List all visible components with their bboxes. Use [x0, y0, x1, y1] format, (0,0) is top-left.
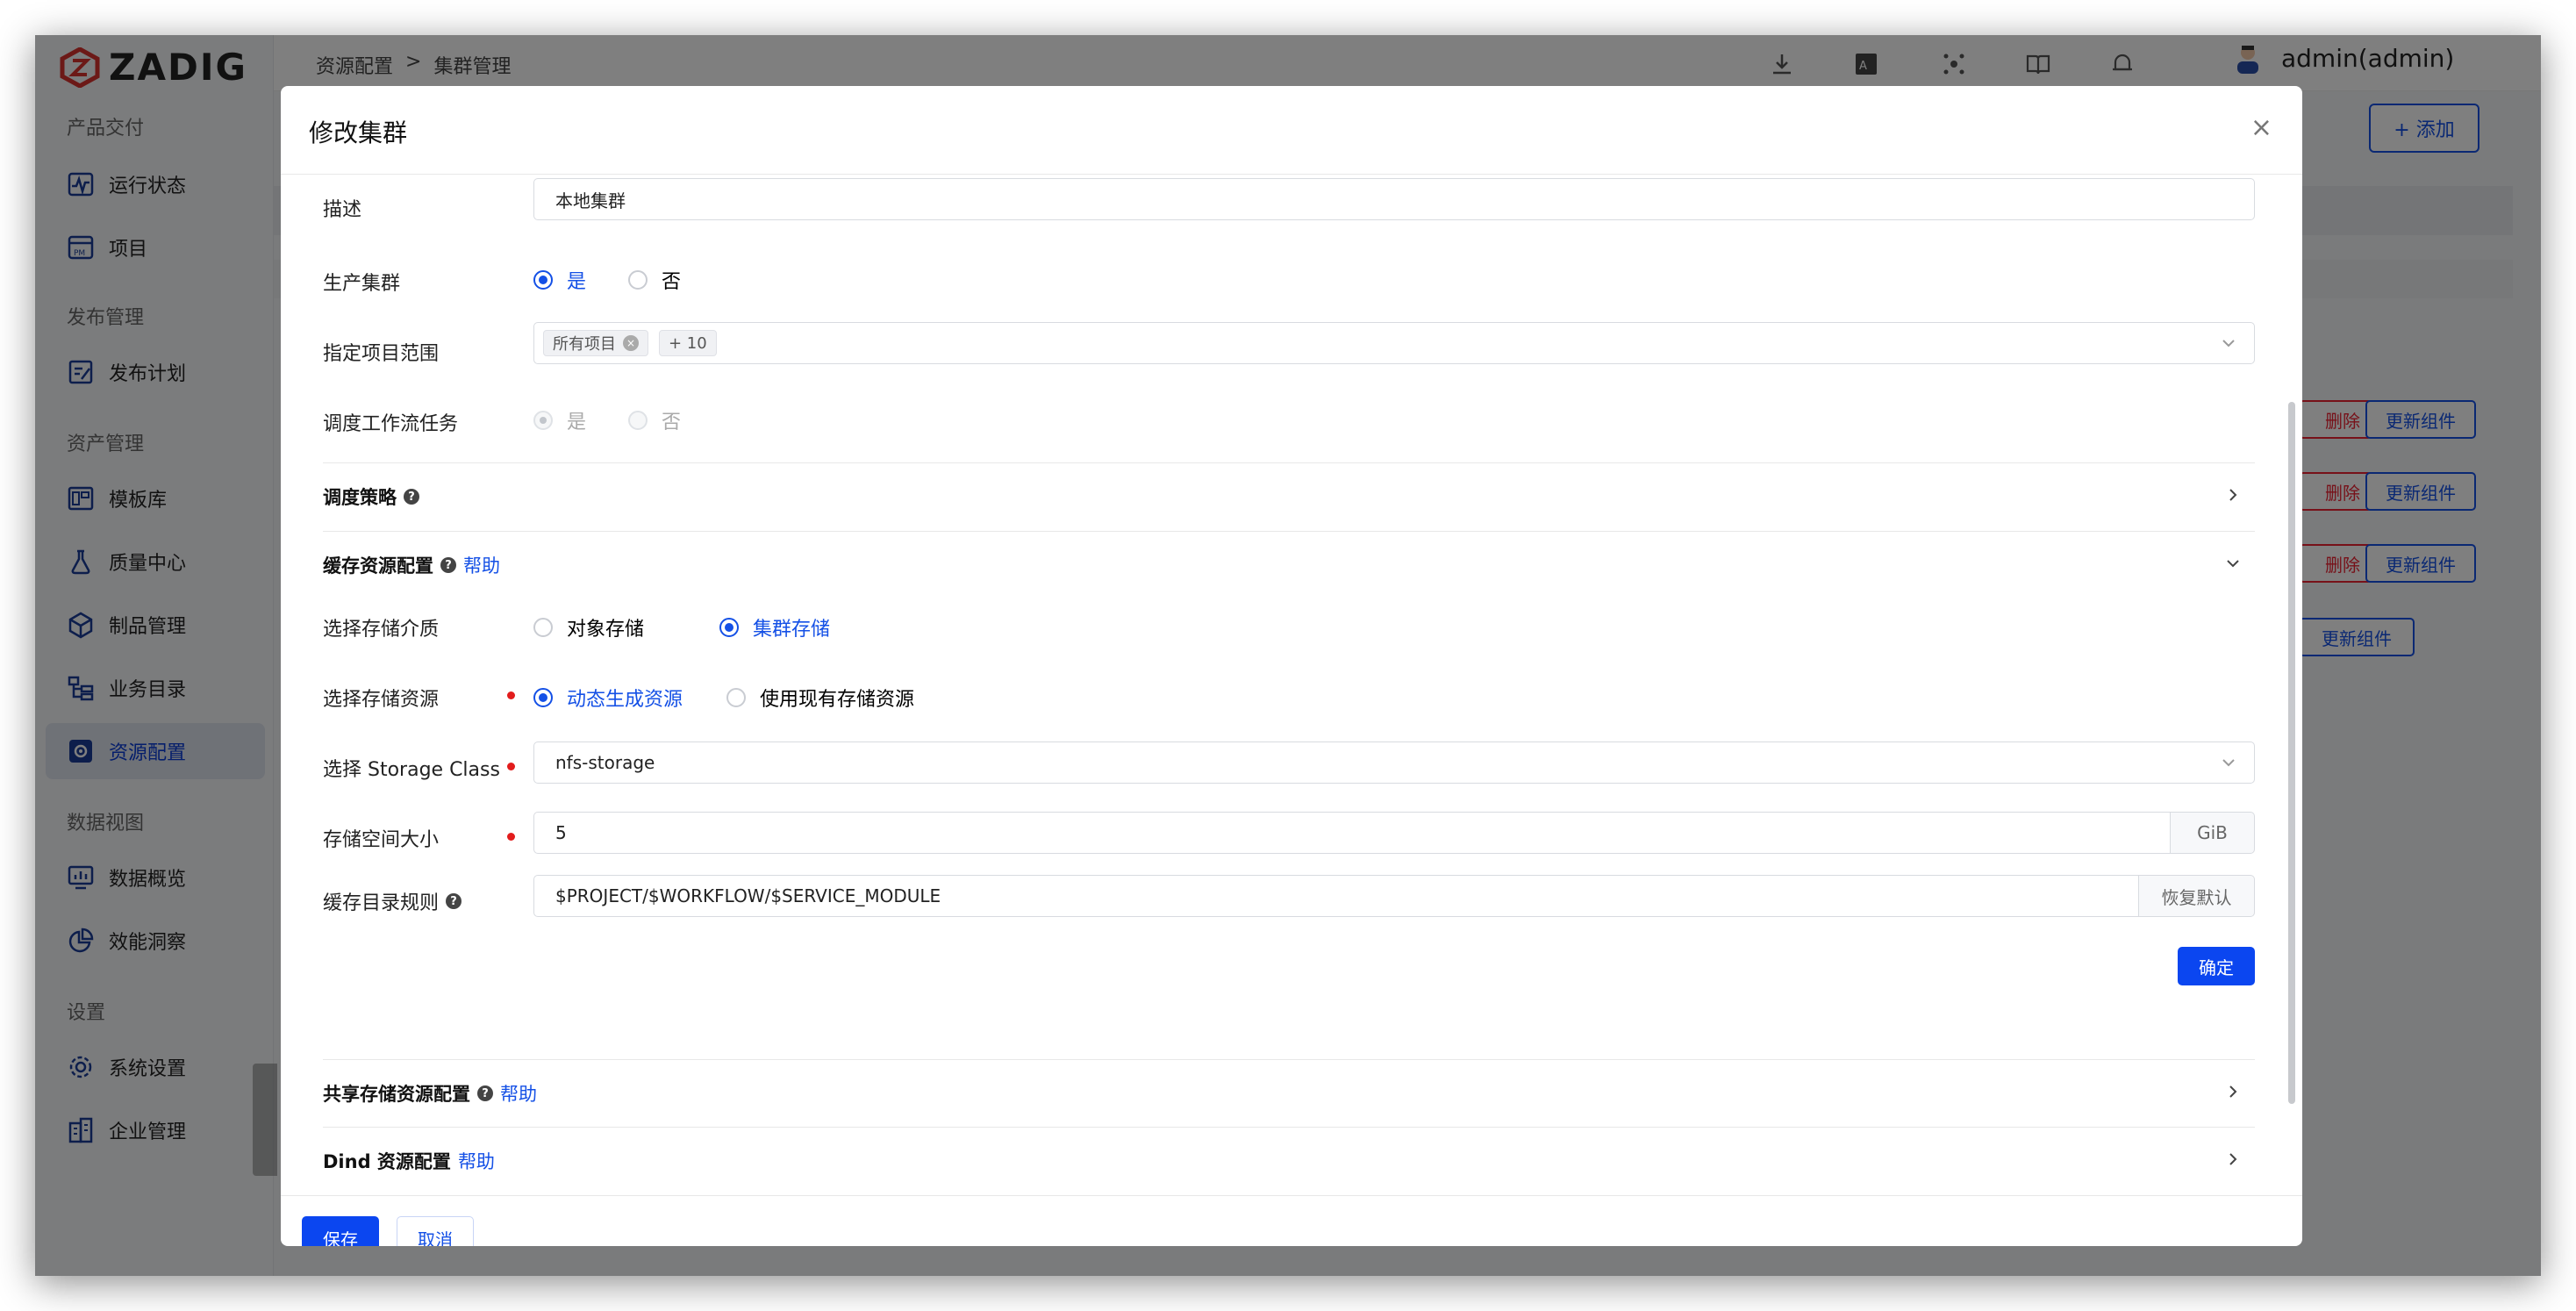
scope-more-tag: + 10	[659, 330, 717, 356]
radio-checked-icon	[533, 688, 553, 707]
storage-class-value: nfs-storage	[555, 752, 655, 773]
chevron-down-icon	[2222, 340, 2235, 347]
project-scope-label: 指定项目范围	[323, 343, 440, 365]
radio-unchecked-icon	[533, 618, 553, 637]
radio-label: 集群存储	[753, 619, 831, 641]
question-icon[interactable]: ?	[440, 557, 456, 573]
description-label: 描述	[323, 199, 362, 221]
production-yes-radio[interactable]: 是	[533, 266, 586, 294]
project-scope-select[interactable]: 所有项目 × + 10	[533, 322, 2255, 364]
section-divider	[323, 531, 2255, 532]
chevron-down-icon	[2222, 759, 2235, 767]
dynamic-resource-radio[interactable]: 动态生成资源	[533, 684, 683, 712]
required-dot	[507, 691, 515, 699]
tag-remove-icon[interactable]: ×	[623, 335, 639, 351]
radio-checked-icon	[719, 618, 739, 637]
chevron-right-icon[interactable]	[2223, 1082, 2243, 1101]
chevron-right-icon[interactable]	[2223, 485, 2243, 505]
chevron-down-icon[interactable]	[2223, 554, 2243, 573]
section-title: Dind 资源配置	[323, 1151, 451, 1172]
radio-checked-icon	[533, 270, 553, 290]
scope-tag-label: 所有项目	[553, 335, 616, 354]
sidebar-collapse-handle[interactable]	[253, 1064, 277, 1176]
radio-label: 是	[567, 412, 587, 433]
shared-storage-section[interactable]: 共享存储资源配置? 帮助	[323, 1080, 537, 1107]
cancel-button[interactable]: 取消	[397, 1216, 474, 1246]
storage-class-label: 选择 Storage Class	[323, 759, 500, 781]
radio-label: 否	[662, 412, 682, 433]
section-divider	[323, 462, 2255, 463]
description-value: 本地集群	[555, 190, 626, 211]
cache-dir-value: $PROJECT/$WORKFLOW/$SERVICE_MODULE	[555, 885, 941, 906]
section-divider	[323, 1127, 2255, 1128]
section-divider	[323, 1059, 2255, 1060]
object-storage-radio[interactable]: 对象存储	[533, 613, 644, 641]
help-link[interactable]: 帮助	[500, 1080, 537, 1107]
cache-dir-label: 缓存目录规则?	[323, 887, 462, 915]
storage-medium-label: 选择存储介质	[323, 619, 440, 641]
scheduling-strategy-section[interactable]: 调度策略?	[323, 484, 419, 510]
storage-class-select[interactable]: nfs-storage	[533, 741, 2255, 784]
close-icon[interactable]: ×	[2250, 112, 2272, 143]
radio-disabled-checked-icon	[533, 411, 553, 430]
production-no-radio[interactable]: 否	[628, 266, 681, 294]
production-cluster-label: 生产集群	[323, 273, 401, 295]
confirm-button[interactable]: 确定	[2178, 947, 2255, 985]
cache-dir-input[interactable]: $PROJECT/$WORKFLOW/$SERVICE_MODULE	[533, 875, 2139, 917]
chevron-right-icon[interactable]	[2223, 1150, 2243, 1169]
schedule-no-radio: 否	[628, 406, 681, 434]
cache-resource-section[interactable]: 缓存资源配置? 帮助	[323, 552, 500, 578]
help-link[interactable]: 帮助	[458, 1148, 495, 1174]
question-icon[interactable]: ?	[477, 1085, 493, 1101]
radio-label: 否	[662, 271, 682, 293]
size-unit-addon: GiB	[2171, 812, 2255, 854]
radio-unchecked-icon	[726, 688, 746, 707]
help-link[interactable]: 帮助	[463, 552, 500, 578]
edit-cluster-dialog: 修改集群 × 描述 本地集群 生产集群 是 否 指定项目范围 所有项目 × + 1…	[281, 86, 2302, 1246]
required-dot	[507, 833, 515, 841]
section-title: 调度策略	[323, 487, 397, 508]
restore-default-button[interactable]: 恢复默认	[2139, 875, 2255, 917]
question-icon[interactable]: ?	[404, 489, 419, 505]
required-dot	[507, 763, 515, 770]
scope-tag: 所有项目 ×	[543, 330, 648, 356]
radio-label: 对象存储	[567, 619, 645, 641]
storage-size-input[interactable]: 5	[533, 812, 2171, 854]
dialog-scrollbar[interactable]	[2288, 402, 2295, 1104]
cluster-storage-radio[interactable]: 集群存储	[719, 613, 830, 641]
existing-resource-radio[interactable]: 使用现有存储资源	[726, 684, 914, 712]
radio-label: 使用现有存储资源	[760, 689, 915, 711]
description-input[interactable]: 本地集群	[533, 178, 2255, 220]
dialog-footer-divider	[281, 1195, 2302, 1196]
section-title: 共享存储资源配置	[323, 1084, 470, 1105]
radio-label: 是	[567, 271, 587, 293]
section-title: 缓存资源配置	[323, 555, 433, 577]
storage-size-value: 5	[555, 822, 567, 843]
storage-resource-label: 选择存储资源	[323, 689, 440, 711]
radio-unchecked-icon	[628, 270, 648, 290]
app-window: ZADIG 产品交付 运行状态 PM 项目 发布管理 发布计划 资产管理 模板库…	[35, 35, 2541, 1276]
dind-resource-section[interactable]: Dind 资源配置 帮助	[323, 1148, 495, 1174]
schedule-yes-radio: 是	[533, 406, 586, 434]
schedule-workflow-label: 调度工作流任务	[323, 413, 459, 435]
cache-dir-label-text: 缓存目录规则	[323, 892, 440, 914]
radio-disabled-icon	[628, 411, 648, 430]
storage-size-label: 存储空间大小	[323, 829, 440, 851]
dialog-body: 描述 本地集群 生产集群 是 否 指定项目范围 所有项目 × + 10 调度工作流…	[281, 175, 2302, 1107]
radio-label: 动态生成资源	[567, 689, 683, 711]
save-button[interactable]: 保存	[302, 1216, 379, 1246]
question-icon[interactable]: ?	[446, 893, 462, 909]
dialog-title: 修改集群	[309, 118, 408, 147]
